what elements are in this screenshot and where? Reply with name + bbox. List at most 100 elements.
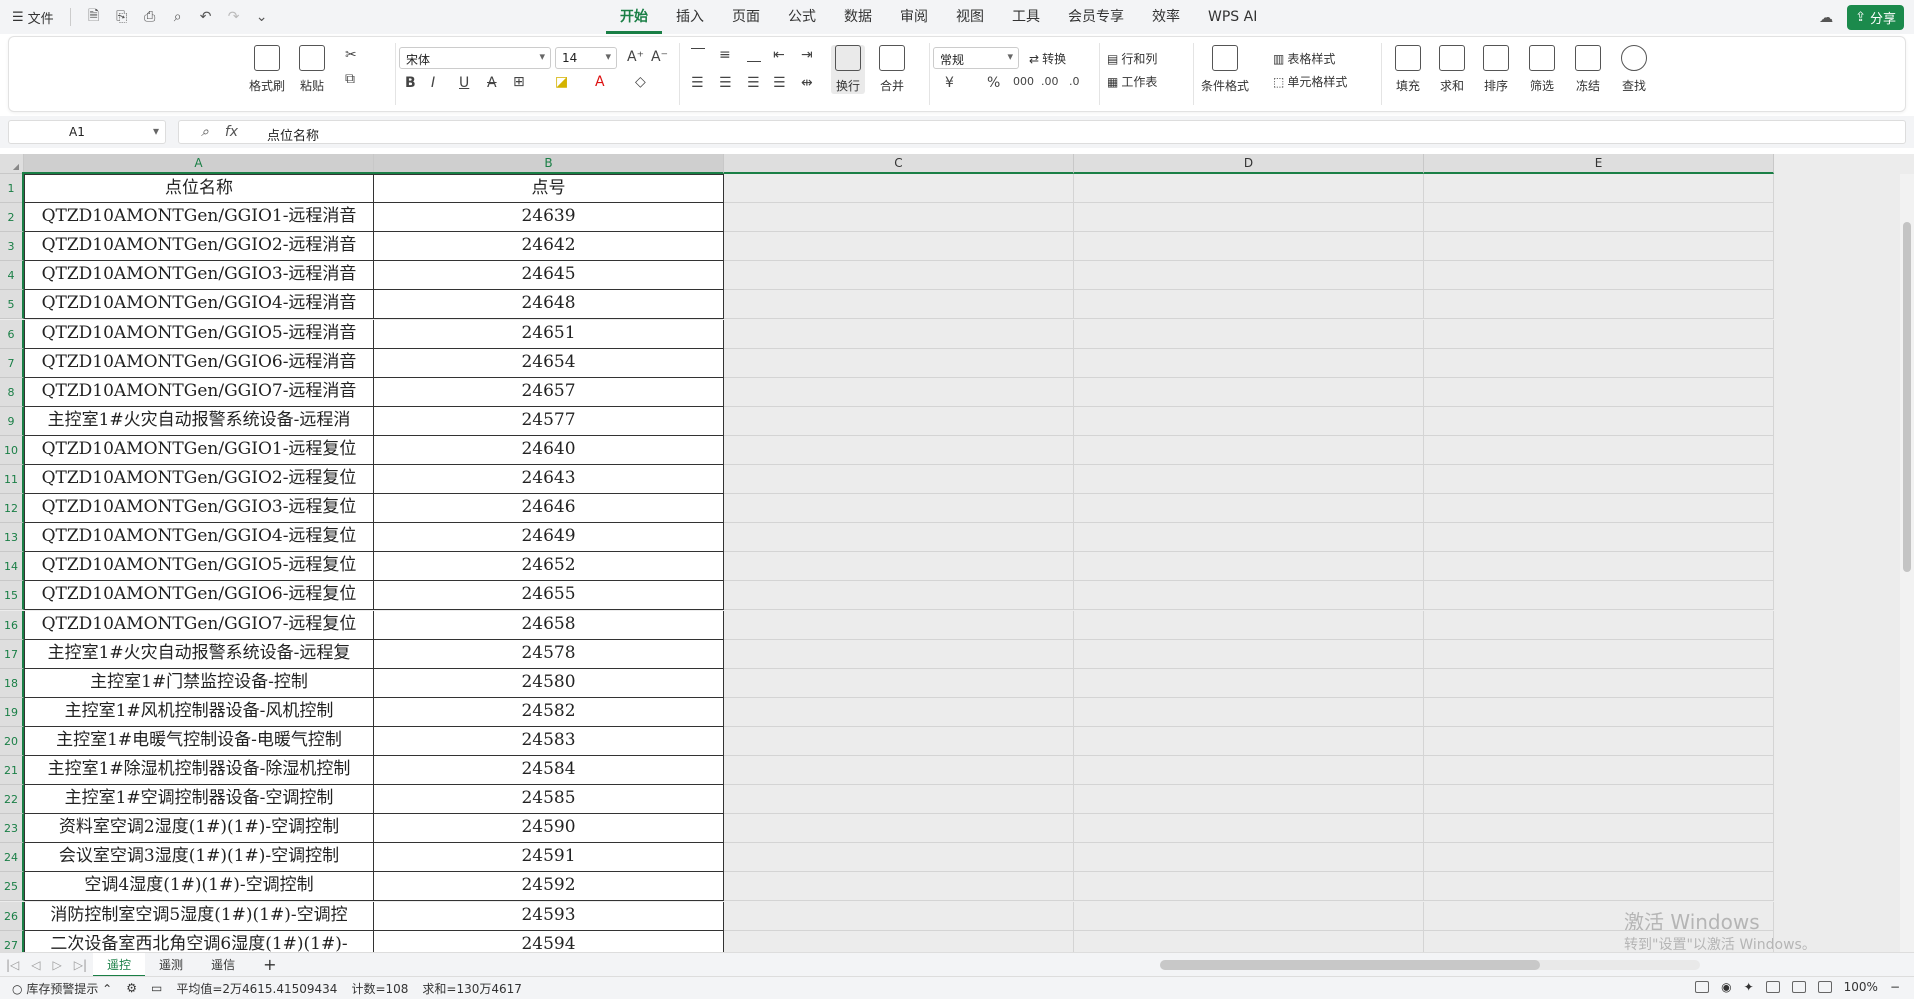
row-header[interactable]: 14 xyxy=(0,552,24,582)
formula-input[interactable]: ⌕ fx 点位名称 xyxy=(178,120,1906,144)
empty-cell[interactable] xyxy=(1424,435,1774,465)
prev-sheet-icon[interactable]: ◁ xyxy=(25,958,46,972)
header-cell[interactable]: 点号 xyxy=(374,174,724,204)
empty-cell[interactable] xyxy=(724,377,1074,407)
eraser-icon[interactable]: ◇ xyxy=(635,74,646,90)
row-header[interactable]: 6 xyxy=(0,319,24,349)
row-col-button[interactable]: ▤ 行和列 xyxy=(1107,50,1157,67)
empty-cell[interactable] xyxy=(1074,435,1424,465)
empty-cell[interactable] xyxy=(1074,930,1424,952)
empty-cell[interactable] xyxy=(1074,814,1424,844)
next-sheet-icon[interactable]: ▷ xyxy=(47,958,68,972)
eye-protect-icon[interactable]: ◉ xyxy=(1721,980,1731,994)
point-name-cell[interactable]: 二次设备室西北角空调6湿度(1#)(1#)- xyxy=(24,930,374,952)
empty-cell[interactable] xyxy=(1424,901,1774,931)
point-number-cell[interactable]: 24640 xyxy=(374,435,724,465)
empty-cell[interactable] xyxy=(724,290,1074,320)
empty-cell[interactable] xyxy=(1074,756,1424,786)
tab-3[interactable]: 公式 xyxy=(774,0,830,34)
row-header[interactable]: 4 xyxy=(0,261,24,291)
point-name-cell[interactable]: QTZD10AMONTGen/GGIO6-远程复位 xyxy=(24,581,374,611)
row-header[interactable]: 23 xyxy=(0,814,24,844)
row-header[interactable]: 20 xyxy=(0,726,24,756)
row-header[interactable]: 26 xyxy=(0,901,24,931)
point-name-cell[interactable]: QTZD10AMONTGen/GGIO3-远程复位 xyxy=(24,494,374,524)
empty-cell[interactable] xyxy=(1424,872,1774,902)
decrease-font-icon[interactable]: A⁻ xyxy=(651,49,668,65)
conditional-format-button[interactable]: 条件格式 xyxy=(1201,45,1249,94)
empty-cell[interactable] xyxy=(1074,610,1424,640)
point-number-cell[interactable]: 24643 xyxy=(374,465,724,495)
tab-1[interactable]: 插入 xyxy=(662,0,718,34)
freeze-button[interactable]: 冻结 xyxy=(1575,45,1601,94)
point-number-cell[interactable]: 24646 xyxy=(374,494,724,524)
empty-cell[interactable] xyxy=(1424,785,1774,815)
spreadsheet-grid[interactable]: 激活 Windows 转到"设置"以激活 Windows。 ABCDE1点位名称… xyxy=(0,154,1914,952)
empty-cell[interactable] xyxy=(724,465,1074,495)
empty-cell[interactable] xyxy=(724,814,1074,844)
indent-increase-icon[interactable]: ⇥ xyxy=(801,47,813,63)
row-header[interactable]: 24 xyxy=(0,843,24,873)
row-header[interactable]: 22 xyxy=(0,785,24,815)
last-sheet-icon[interactable]: ▷| xyxy=(68,958,93,972)
convert-button[interactable]: ⇄ 转换 xyxy=(1029,50,1066,67)
tab-7[interactable]: 工具 xyxy=(998,0,1054,34)
empty-cell[interactable] xyxy=(1424,377,1774,407)
sheet-tab-2[interactable]: 遥信 xyxy=(197,953,249,977)
horizontal-scroll-thumb[interactable] xyxy=(1160,960,1540,970)
empty-cell[interactable] xyxy=(1074,726,1424,756)
empty-cell[interactable] xyxy=(1424,174,1774,204)
tab-5[interactable]: 审阅 xyxy=(886,0,942,34)
tab-6[interactable]: 视图 xyxy=(942,0,998,34)
find-button[interactable]: 查找 xyxy=(1621,45,1647,94)
print-preview-icon[interactable]: ⌕ xyxy=(167,6,189,28)
row-header[interactable]: 11 xyxy=(0,465,24,495)
empty-cell[interactable] xyxy=(724,348,1074,378)
tab-8[interactable]: 会员专享 xyxy=(1054,0,1138,34)
empty-cell[interactable] xyxy=(724,552,1074,582)
bold-icon[interactable]: B xyxy=(405,75,416,91)
empty-cell[interactable] xyxy=(1424,756,1774,786)
format-painter-button[interactable]: 格式刷 xyxy=(249,45,285,94)
empty-cell[interactable] xyxy=(1074,901,1424,931)
empty-cell[interactable] xyxy=(1424,232,1774,262)
empty-cell[interactable] xyxy=(1424,930,1774,952)
empty-cell[interactable] xyxy=(1074,261,1424,291)
point-number-cell[interactable]: 24654 xyxy=(374,348,724,378)
empty-cell[interactable] xyxy=(1424,319,1774,349)
point-name-cell[interactable]: 资料室空调2湿度(1#)(1#)-空调控制 xyxy=(24,814,374,844)
point-number-cell[interactable]: 24649 xyxy=(374,523,724,553)
point-name-cell[interactable]: QTZD10AMONTGen/GGIO4-远程消音 xyxy=(24,290,374,320)
align-center-icon[interactable]: ☰ xyxy=(719,75,732,91)
filter-button[interactable]: 筛选 xyxy=(1529,45,1555,94)
empty-cell[interactable] xyxy=(1424,523,1774,553)
empty-cell[interactable] xyxy=(1424,843,1774,873)
point-name-cell[interactable]: 主控室1#电暖气控制设备-电暖气控制 xyxy=(24,726,374,756)
empty-cell[interactable] xyxy=(724,435,1074,465)
point-number-cell[interactable]: 24591 xyxy=(374,843,724,873)
point-name-cell[interactable]: QTZD10AMONTGen/GGIO7-远程消音 xyxy=(24,377,374,407)
row-header[interactable]: 8 xyxy=(0,377,24,407)
currency-icon[interactable]: ¥ xyxy=(945,75,954,91)
empty-cell[interactable] xyxy=(724,232,1074,262)
point-number-cell[interactable]: 24658 xyxy=(374,610,724,640)
empty-cell[interactable] xyxy=(1074,406,1424,436)
settings-icon[interactable]: ✦ xyxy=(1744,980,1754,994)
point-number-cell[interactable]: 24578 xyxy=(374,639,724,669)
column-header-d[interactable]: D xyxy=(1074,154,1424,174)
point-number-cell[interactable]: 24652 xyxy=(374,552,724,582)
point-number-cell[interactable]: 24577 xyxy=(374,406,724,436)
align-right-icon[interactable]: ☰ xyxy=(747,75,760,91)
empty-cell[interactable] xyxy=(724,697,1074,727)
empty-cell[interactable] xyxy=(1074,348,1424,378)
empty-cell[interactable] xyxy=(1424,465,1774,495)
tab-2[interactable]: 页面 xyxy=(718,0,774,34)
point-name-cell[interactable]: QTZD10AMONTGen/GGIO7-远程复位 xyxy=(24,610,374,640)
empty-cell[interactable] xyxy=(1074,697,1424,727)
point-name-cell[interactable]: QTZD10AMONTGen/GGIO5-远程消音 xyxy=(24,319,374,349)
point-number-cell[interactable]: 24655 xyxy=(374,581,724,611)
empty-cell[interactable] xyxy=(724,610,1074,640)
empty-cell[interactable] xyxy=(1074,290,1424,320)
empty-cell[interactable] xyxy=(1074,319,1424,349)
point-number-cell[interactable]: 24592 xyxy=(374,872,724,902)
